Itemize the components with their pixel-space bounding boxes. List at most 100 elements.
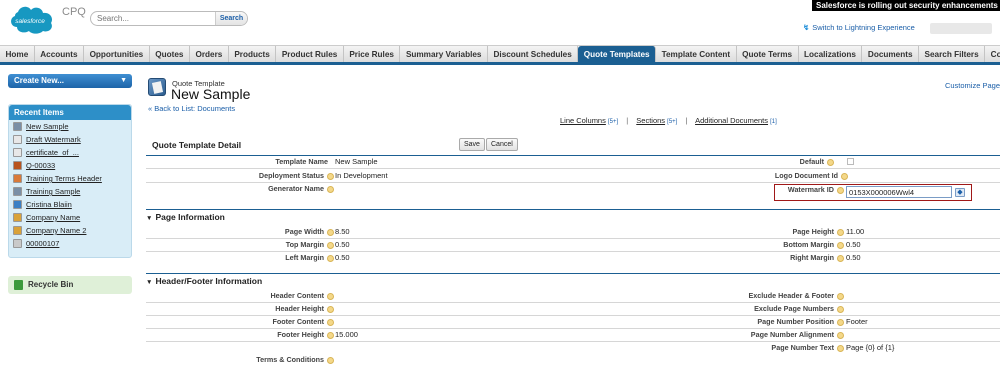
tab-accounts[interactable]: Accounts xyxy=(35,46,85,62)
help-icon[interactable] xyxy=(837,318,844,326)
help-icon[interactable] xyxy=(837,331,844,339)
tab-quote-templates[interactable]: Quote Templates xyxy=(578,46,657,62)
help-icon[interactable] xyxy=(837,305,844,313)
related-link-additional-documents[interactable]: Additional Documents xyxy=(695,116,768,125)
help-icon[interactable] xyxy=(837,344,844,352)
help-icon[interactable] xyxy=(327,292,334,300)
related-count: [5+] xyxy=(607,119,619,125)
recent-item-label[interactable]: certificate_of_... xyxy=(26,148,79,157)
left-margin-label: Left Margin xyxy=(285,253,334,262)
exclude-header-footer-label: Exclude Header & Footer xyxy=(749,291,844,300)
tab-search-filters[interactable]: Search Filters xyxy=(919,46,986,62)
recent-item-label[interactable]: Training Sample xyxy=(26,187,80,196)
divider xyxy=(146,273,1000,274)
recent-item-label[interactable]: Cristina Blaiin xyxy=(26,200,72,209)
template-name-label: Template Name xyxy=(275,157,328,166)
recent-items-list: New Sample Draft Watermark certificate_of_… xyxy=(9,120,131,250)
divider xyxy=(146,302,1000,303)
help-icon[interactable] xyxy=(327,305,334,313)
help-icon[interactable] xyxy=(327,318,334,326)
create-new-button[interactable]: Create New... ▼ xyxy=(8,74,132,88)
recent-item[interactable]: Company Name 2 xyxy=(9,224,131,237)
recent-item-label[interactable]: Q-00033 xyxy=(26,161,55,170)
help-icon[interactable] xyxy=(827,158,834,166)
recent-items-panel: Recent Items New Sample Draft Watermark ce… xyxy=(8,104,132,258)
header-footer-header[interactable]: ▼ Header/Footer Information xyxy=(146,276,262,286)
tab-home[interactable]: Home xyxy=(0,46,35,62)
bottom-margin-label: Bottom Margin xyxy=(783,240,844,249)
tab-localizations[interactable]: Localizations xyxy=(799,46,863,62)
template-icon xyxy=(13,122,22,131)
related-count: [5+] xyxy=(667,119,678,125)
page-number-alignment-label: Page Number Alignment xyxy=(751,330,844,339)
search-button[interactable]: Search xyxy=(215,12,247,25)
related-link-line-columns[interactable]: Line Columns xyxy=(560,116,606,125)
recent-item[interactable]: Company Name xyxy=(9,211,131,224)
divider xyxy=(146,155,1000,156)
watermark-id-input[interactable] xyxy=(846,186,952,198)
recent-item[interactable]: Cristina Blaiin xyxy=(9,198,131,211)
tab-orders[interactable]: Orders xyxy=(190,46,229,62)
tab-template-content[interactable]: Template Content xyxy=(656,46,737,62)
recent-item[interactable]: New Sample xyxy=(9,120,131,133)
page-information-header[interactable]: ▼ Page Information xyxy=(146,212,225,222)
tab-price-rules[interactable]: Price Rules xyxy=(344,46,401,62)
switch-lightning-link[interactable]: ↯ Switch to Lightning Experience xyxy=(803,23,915,32)
help-icon[interactable] xyxy=(327,356,334,364)
recent-item[interactable]: 00000107 xyxy=(9,237,131,250)
help-icon[interactable] xyxy=(837,292,844,300)
related-link-sections[interactable]: Sections xyxy=(636,116,665,125)
salesforce-logo[interactable]: salesforce xyxy=(6,4,62,34)
recent-item-label[interactable]: New Sample xyxy=(26,122,69,131)
detail-section-title: Quote Template Detail xyxy=(152,140,242,150)
template-content-icon xyxy=(13,213,22,222)
recent-item-label[interactable]: 00000107 xyxy=(26,239,59,248)
page-width-value: 8.50 xyxy=(335,227,350,236)
recent-item[interactable]: certificate_of_... xyxy=(9,146,131,159)
tab-product-rules[interactable]: Product Rules xyxy=(276,46,344,62)
recent-item-label[interactable]: Training Terms Header xyxy=(26,174,102,183)
tab-products[interactable]: Products xyxy=(229,46,277,62)
help-icon[interactable] xyxy=(327,241,334,249)
recent-item[interactable]: Training Sample xyxy=(9,185,131,198)
recent-item-label[interactable]: Company Name xyxy=(26,213,80,222)
recent-item-label[interactable]: Company Name 2 xyxy=(26,226,86,235)
help-icon[interactable] xyxy=(837,228,844,236)
help-icon[interactable] xyxy=(327,254,334,262)
help-icon[interactable] xyxy=(327,185,334,193)
page-number-text-value: Page {0} of {1} xyxy=(846,343,895,352)
tab-co[interactable]: Co xyxy=(985,46,1000,62)
collapse-triangle-icon: ▼ xyxy=(146,215,153,222)
help-icon[interactable] xyxy=(837,254,844,262)
save-button[interactable]: Save xyxy=(459,138,485,151)
tab-discount-schedules[interactable]: Discount Schedules xyxy=(488,46,579,62)
page-title: New Sample xyxy=(171,86,251,102)
recycle-bin-link[interactable]: Recycle Bin xyxy=(8,276,132,294)
cancel-button[interactable]: Cancel xyxy=(486,138,518,151)
footer-content-label: Footer Content xyxy=(272,317,334,326)
back-to-list-link[interactable]: « Back to List: Documents xyxy=(148,104,235,113)
help-icon[interactable] xyxy=(841,172,848,180)
user-menu[interactable] xyxy=(930,23,992,34)
template-content-icon xyxy=(13,174,22,183)
tab-summary-variables[interactable]: Summary Variables xyxy=(400,46,488,62)
tab-quote-terms[interactable]: Quote Terms xyxy=(737,46,799,62)
search-input[interactable] xyxy=(91,12,217,25)
help-icon[interactable] xyxy=(837,241,844,249)
recent-item[interactable]: Draft Watermark xyxy=(9,133,131,146)
page-number-position-value: Footer xyxy=(846,317,868,326)
help-icon[interactable] xyxy=(327,228,334,236)
help-icon[interactable] xyxy=(327,172,334,180)
recent-item-label[interactable]: Draft Watermark xyxy=(26,135,81,144)
customize-page-link[interactable]: Customize Page xyxy=(945,81,1000,90)
recent-item[interactable]: Q-00033 xyxy=(9,159,131,172)
help-icon[interactable] xyxy=(327,331,334,339)
quote-icon xyxy=(13,161,22,170)
tab-quotes[interactable]: Quotes xyxy=(150,46,190,62)
app-name: CPQ xyxy=(62,6,86,18)
tab-opportunities[interactable]: Opportunities xyxy=(84,46,150,62)
tab-documents[interactable]: Documents xyxy=(862,46,920,62)
lookup-icon[interactable]: ◆ xyxy=(955,188,965,197)
recent-item[interactable]: Training Terms Header xyxy=(9,172,131,185)
help-icon[interactable] xyxy=(837,186,844,194)
